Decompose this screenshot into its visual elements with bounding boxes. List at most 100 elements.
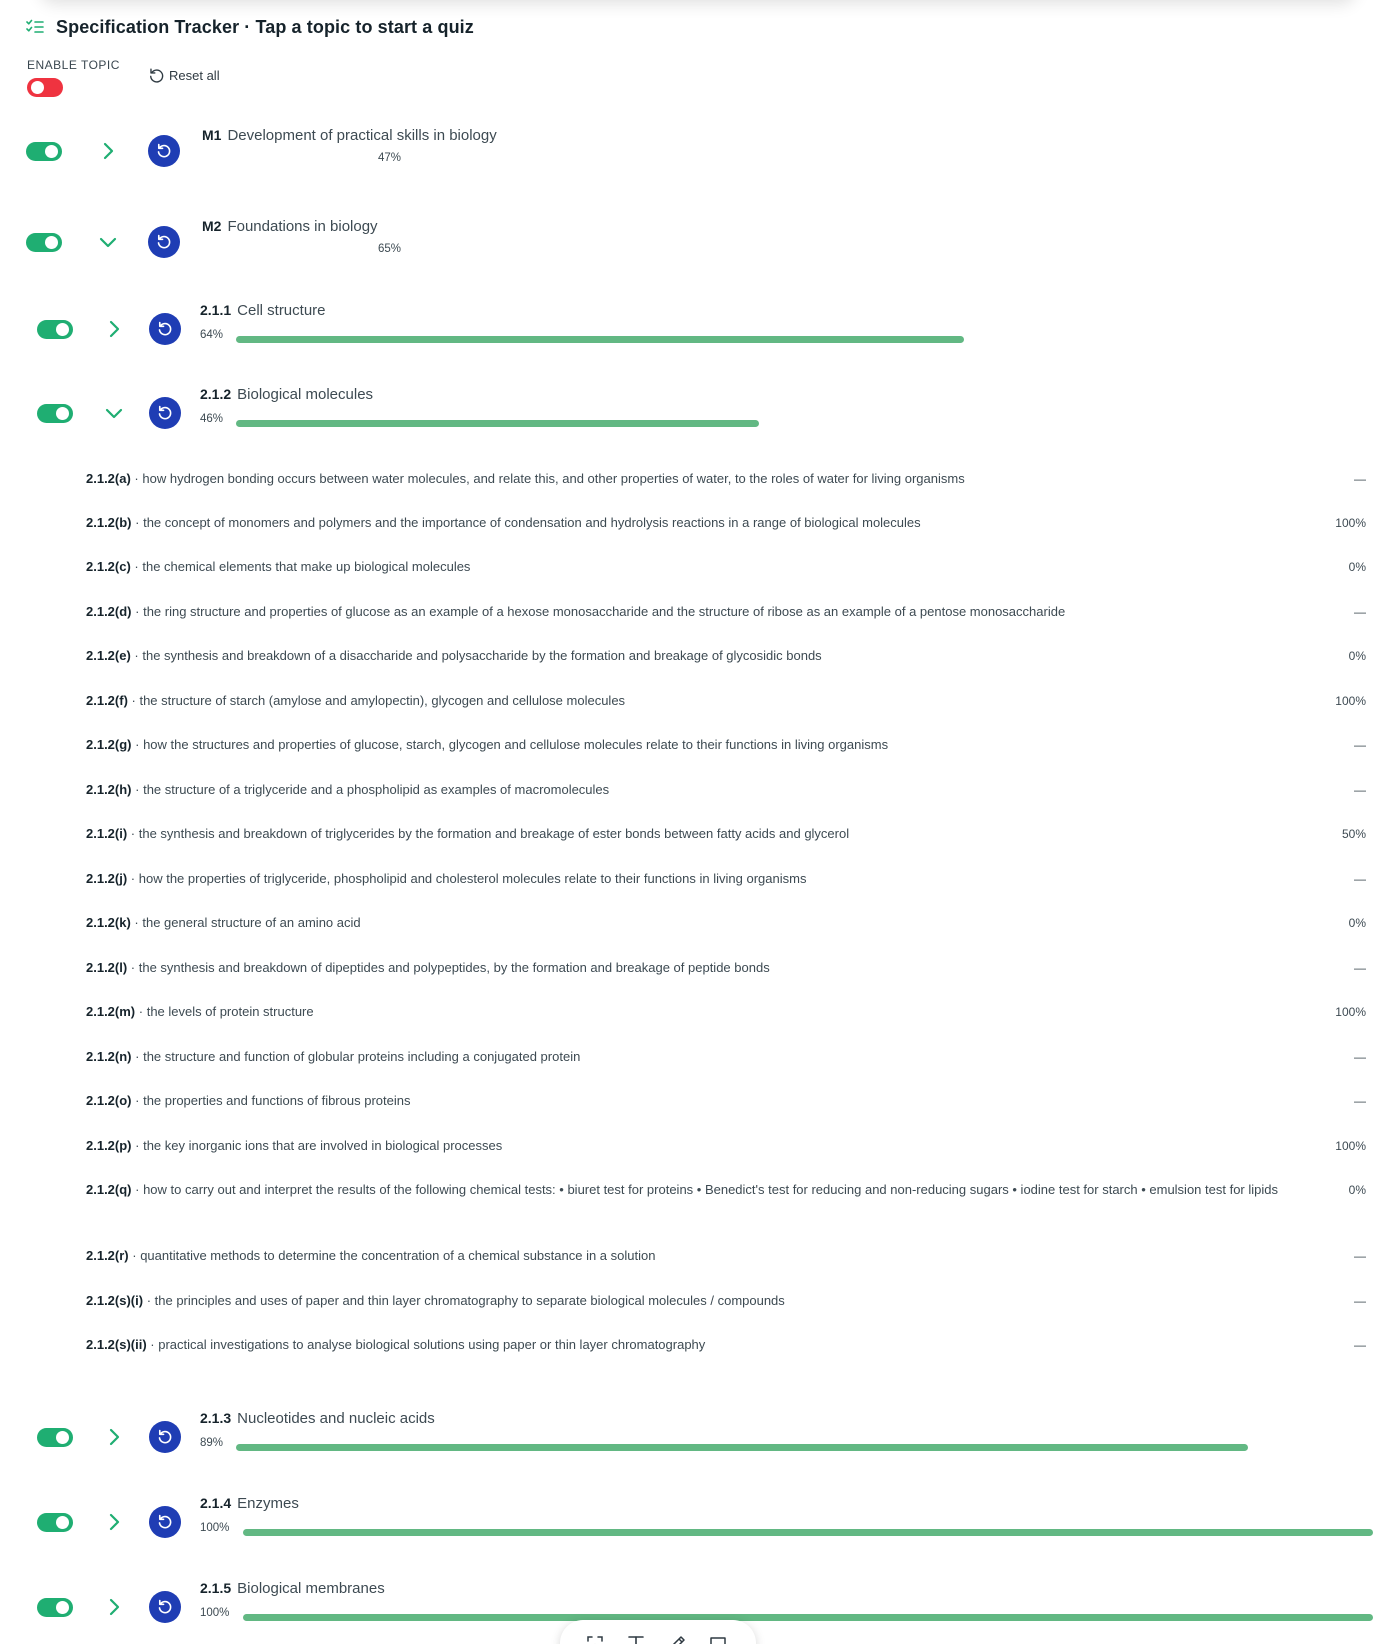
topic-label[interactable]: M1 Development of practical skills in bio… <box>202 127 497 144</box>
subtopic-item[interactable]: 2.1.2(h) · the structure of a triglyceri… <box>86 779 1366 801</box>
expand-chevron-button[interactable] <box>104 1427 124 1447</box>
subtopic-text: 2.1.2(i) · the synthesis and breakdown o… <box>86 823 1286 845</box>
expand-chevron-button[interactable] <box>98 141 118 161</box>
topic-row[interactable]: 2.1.1 Cell structure 64% <box>0 302 1396 358</box>
topic-row[interactable]: M1 Development of practical skills in bio… <box>0 127 1396 180</box>
subtopic-item[interactable]: 2.1.2(s)(i) · the principles and uses of… <box>86 1290 1366 1312</box>
subtopic-item[interactable]: 2.1.2(r) · quantitative methods to deter… <box>86 1245 1366 1267</box>
subtopic-description: quantitative methods to determine the co… <box>140 1248 656 1263</box>
reset-all-label: Reset all <box>169 68 220 83</box>
topic-row[interactable]: 2.1.3 Nucleotides and nucleic acids 89% <box>0 1410 1396 1466</box>
topic-enable-toggle[interactable] <box>37 1428 73 1447</box>
reset-all-button[interactable]: Reset all <box>148 67 220 84</box>
subtopic-description: how the properties of triglyceride, phos… <box>138 871 807 886</box>
subtopic-score: 100% <box>1335 694 1366 708</box>
subtopic-item[interactable]: 2.1.2(b) · the concept of monomers and p… <box>86 512 1366 534</box>
subtopic-text: 2.1.2(d) · the ring structure and proper… <box>86 601 1286 623</box>
topic-reset-button[interactable] <box>149 397 181 429</box>
subtopic-code: 2.1.2(s)(ii) <box>86 1337 147 1352</box>
collapse-chevron-button[interactable] <box>98 232 118 252</box>
topic-row[interactable]: 2.1.4 Enzymes 100% <box>0 1495 1396 1551</box>
topic-label[interactable]: M2 Foundations in biology <box>202 218 378 235</box>
subtopic-separator: · <box>127 871 139 886</box>
toggle-knob <box>45 236 58 249</box>
subtopic-description: the structure of starch (amylose and amy… <box>139 693 626 708</box>
topic-label[interactable]: 2.1.3 Nucleotides and nucleic acids <box>200 1410 435 1427</box>
topic-percent: 100% <box>200 1607 230 1619</box>
toggle-knob <box>56 1431 69 1444</box>
chevron-down-icon <box>99 237 117 248</box>
topic-code: 2.1.4 <box>200 1495 232 1511</box>
topic-enable-toggle[interactable] <box>26 233 62 252</box>
expand-chevron-button[interactable] <box>104 1512 124 1532</box>
subtopic-item[interactable]: 2.1.2(l) · the synthesis and breakdown o… <box>86 957 1366 979</box>
topic-percent: 100% <box>200 1522 230 1534</box>
topic-label[interactable]: 2.1.4 Enzymes <box>200 1495 299 1512</box>
subtopic-item[interactable]: 2.1.2(f) · the structure of starch (amyl… <box>86 690 1366 712</box>
subtopic-item[interactable]: 2.1.2(m) · the levels of protein structu… <box>86 1001 1366 1023</box>
header: Specification Tracker · Tap a topic to s… <box>26 14 474 40</box>
topic-label[interactable]: 2.1.1 Cell structure <box>200 302 326 319</box>
subtopic-item[interactable]: 2.1.2(c) · the chemical elements that ma… <box>86 556 1366 578</box>
subtopic-text: 2.1.2(o) · the properties and functions … <box>86 1090 1286 1112</box>
subtopic-text: 2.1.2(h) · the structure of a triglyceri… <box>86 779 1286 801</box>
subtopic-item[interactable]: 2.1.2(q) · how to carry out and interpre… <box>86 1179 1366 1201</box>
topic-label[interactable]: 2.1.5 Biological membranes <box>200 1580 385 1597</box>
subtopic-item[interactable]: 2.1.2(j) · how the properties of triglyc… <box>86 868 1366 890</box>
topic-enable-toggle[interactable] <box>37 1513 73 1532</box>
subtopic-separator: · <box>128 1248 141 1263</box>
expand-chevron-button[interactable] <box>104 1597 124 1617</box>
topic-percent: 65% <box>378 243 402 255</box>
subtopic-code: 2.1.2(g) <box>86 737 132 752</box>
subtopic-item[interactable]: 2.1.2(k) · the general structure of an a… <box>86 912 1366 934</box>
topic-reset-button[interactable] <box>149 1421 181 1453</box>
subtopic-item[interactable]: 2.1.2(p) · the key inorganic ions that a… <box>86 1135 1366 1157</box>
subtopic-description: the principles and uses of paper and thi… <box>154 1293 785 1308</box>
topic-enable-toggle[interactable] <box>37 320 73 339</box>
subtopic-separator: · <box>130 648 143 663</box>
topic-reset-button[interactable] <box>149 1591 181 1623</box>
topic-enable-toggle[interactable] <box>37 1598 73 1617</box>
pen-tool-button[interactable] <box>667 1632 691 1644</box>
collapse-chevron-button[interactable] <box>104 403 124 423</box>
page-title: Specification Tracker · Tap a topic to s… <box>56 16 474 37</box>
subtopic-item[interactable]: 2.1.2(d) · the ring structure and proper… <box>86 601 1366 623</box>
subtopic-separator: · <box>131 1182 144 1197</box>
enable-topic-toggle[interactable] <box>27 78 63 97</box>
topic-enable-toggle[interactable] <box>37 404 73 423</box>
subtopic-description: the chemical elements that make up biolo… <box>142 559 471 574</box>
subtopic-score: — <box>1354 1050 1366 1064</box>
topic-label[interactable]: 2.1.2 Biological molecules <box>200 386 373 403</box>
subtopic-item[interactable]: 2.1.2(a) · how hydrogen bonding occurs b… <box>86 468 1366 490</box>
subtopic-description: how to carry out and interpret the resul… <box>143 1182 1278 1197</box>
comment-tool-button[interactable] <box>708 1632 732 1644</box>
subtopic-score: — <box>1354 738 1366 752</box>
topic-percent: 89% <box>200 1437 224 1449</box>
topic-row[interactable]: M2 Foundations in biology 65% <box>0 218 1396 271</box>
subtopic-score: 100% <box>1335 1139 1366 1153</box>
subtopic-item[interactable]: 2.1.2(o) · the properties and functions … <box>86 1090 1366 1112</box>
subtopic-item[interactable]: 2.1.2(i) · the synthesis and breakdown o… <box>86 823 1366 845</box>
subtopic-code: 2.1.2(n) <box>86 1049 132 1064</box>
topic-reset-button[interactable] <box>149 1506 181 1538</box>
subtopic-item[interactable]: 2.1.2(e) · the synthesis and breakdown o… <box>86 645 1366 667</box>
topic-reset-button[interactable] <box>149 313 181 345</box>
reset-icon <box>158 405 172 420</box>
subtopic-item[interactable]: 2.1.2(s)(ii) · practical investigations … <box>86 1334 1366 1356</box>
topic-code: M2 <box>202 218 222 234</box>
topic-enable-toggle[interactable] <box>26 142 62 161</box>
select-area-button[interactable] <box>585 1632 609 1644</box>
reset-icon <box>157 234 171 249</box>
subtopic-item[interactable]: 2.1.2(n) · the structure and function of… <box>86 1046 1366 1068</box>
subtopic-text: 2.1.2(r) · quantitative methods to deter… <box>86 1245 1286 1267</box>
expand-chevron-button[interactable] <box>104 319 124 339</box>
subtopic-code: 2.1.2(j) <box>86 871 128 886</box>
subtopic-score: — <box>1354 872 1366 886</box>
subtopic-code: 2.1.2(c) <box>86 559 131 574</box>
text-tool-button[interactable] <box>626 1632 650 1644</box>
topic-reset-button[interactable] <box>148 135 180 167</box>
topic-code: 2.1.5 <box>200 1580 232 1596</box>
topic-row[interactable]: 2.1.2 Biological molecules 46% <box>0 386 1396 442</box>
topic-reset-button[interactable] <box>148 226 180 258</box>
subtopic-item[interactable]: 2.1.2(g) · how the structures and proper… <box>86 734 1366 756</box>
